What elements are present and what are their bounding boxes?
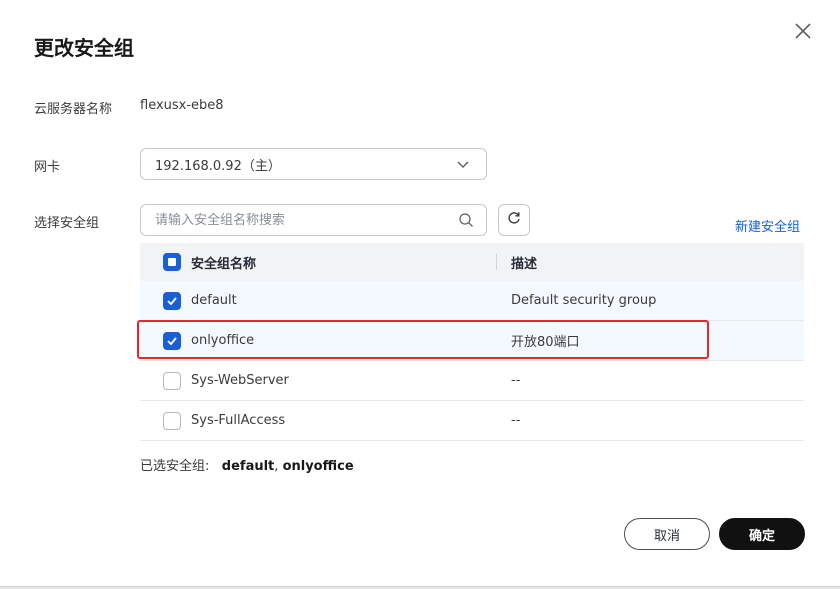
- server-name-label: 云服务器名称: [34, 102, 113, 117]
- table-header: 安全组名称 描述: [140, 243, 804, 281]
- nic-select-value: 192.168.0.92（主）: [155, 158, 281, 174]
- create-security-group-link[interactable]: 新建安全组: [735, 216, 800, 235]
- row-desc: --: [511, 413, 521, 428]
- row-checkbox[interactable]: [163, 371, 181, 390]
- row-desc: 开放80端口: [511, 335, 580, 350]
- search-input[interactable]: [142, 206, 442, 234]
- selected-security-groups: 已选安全组: default, onlyoffice: [140, 455, 354, 474]
- table-row[interactable]: default Default security group: [140, 281, 804, 321]
- column-header-desc: 描述: [511, 256, 538, 272]
- table-row[interactable]: onlyoffice 开放80端口: [140, 321, 804, 361]
- security-group-table: 安全组名称 描述 default Default security group …: [140, 243, 804, 441]
- dialog-title: 更改安全组: [34, 36, 134, 60]
- check-icon: [167, 336, 177, 345]
- check-icon: [167, 296, 177, 305]
- table-row[interactable]: Sys-WebServer --: [140, 361, 804, 401]
- row-checkbox[interactable]: [163, 411, 181, 430]
- row-name: Sys-FullAccess: [191, 413, 286, 428]
- refresh-button[interactable]: [498, 204, 530, 236]
- security-group-search[interactable]: [140, 204, 487, 236]
- select-all-checkbox[interactable]: [163, 253, 181, 271]
- server-name-value: flexusx-ebe8: [140, 98, 224, 113]
- row-checkbox[interactable]: [163, 291, 181, 310]
- row-name: default: [191, 293, 237, 308]
- row-checkbox[interactable]: [163, 331, 181, 350]
- column-header-name: 安全组名称: [191, 256, 257, 272]
- nic-select[interactable]: 192.168.0.92（主）: [140, 148, 487, 180]
- selected-separator: ,: [274, 459, 279, 474]
- selected-item: onlyoffice: [282, 459, 354, 474]
- refresh-icon: [506, 210, 522, 230]
- row-name: onlyoffice: [191, 333, 255, 348]
- row-desc: --: [511, 373, 521, 388]
- row-name: Sys-WebServer: [191, 373, 289, 388]
- selected-item: default: [221, 459, 275, 474]
- nic-label: 网卡: [34, 160, 61, 175]
- close-icon[interactable]: [790, 18, 816, 44]
- selected-label: 已选安全组:: [140, 459, 210, 474]
- security-group-label: 选择安全组: [34, 216, 100, 231]
- change-security-group-dialog: 更改安全组 云服务器名称 flexusx-ebe8 网卡 192.168.0.9…: [0, 0, 840, 587]
- table-row[interactable]: Sys-FullAccess --: [140, 401, 804, 441]
- cancel-button[interactable]: 取消: [624, 518, 710, 550]
- column-divider: [496, 254, 497, 270]
- row-desc: Default security group: [511, 293, 657, 308]
- confirm-button[interactable]: 确定: [719, 518, 805, 550]
- chevron-down-icon: [456, 157, 470, 171]
- search-icon[interactable]: [458, 212, 474, 228]
